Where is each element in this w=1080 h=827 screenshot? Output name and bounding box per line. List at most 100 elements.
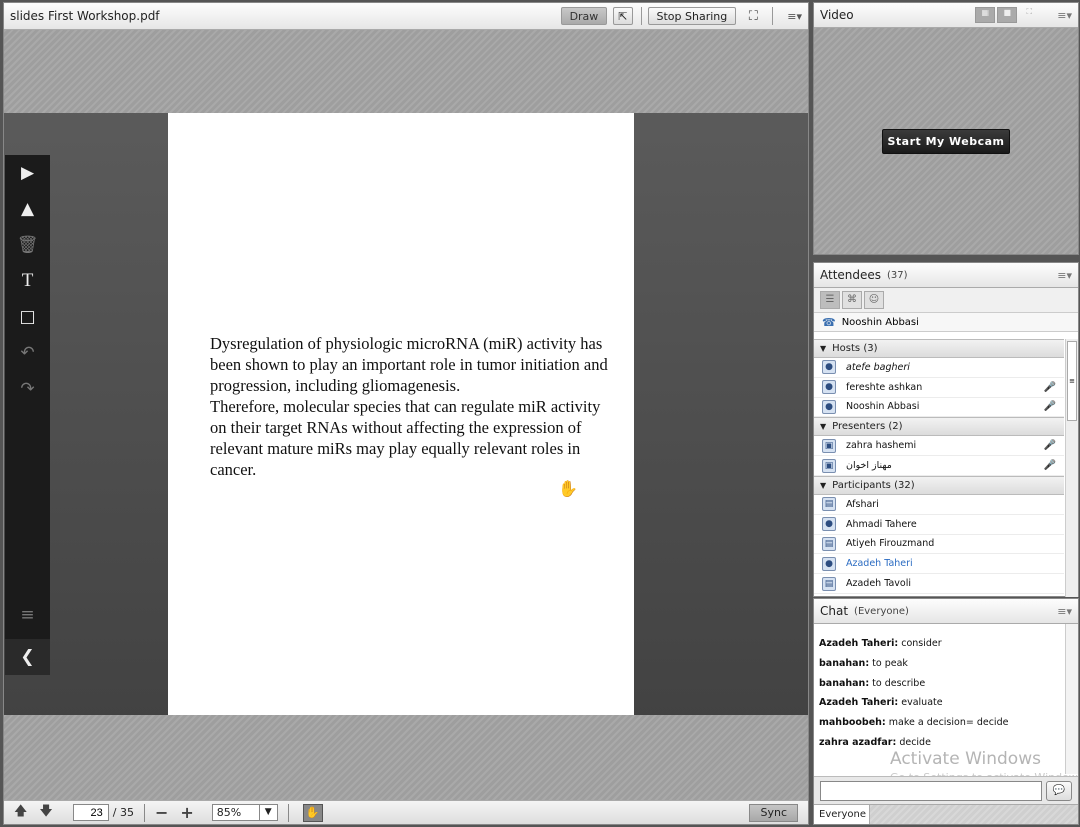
phone-icon: ☎ (822, 315, 836, 329)
single-layout-icon[interactable]: ■ (997, 7, 1018, 23)
attendee-name: مهناز اخوان (846, 460, 892, 472)
scrollbar-thumb[interactable]: ≡ (1067, 341, 1077, 421)
video-layout-buttons: ▦ ■ ⛶ (973, 7, 1039, 23)
zoom-select[interactable]: 85% ▼ (211, 804, 278, 821)
page-down-icon[interactable]: 🡇 (39, 802, 52, 824)
presenters-group-label: Presenters (2) (832, 421, 903, 433)
fullscreen-icon[interactable]: ⛶ (742, 7, 764, 25)
chat-sender: banahan: (819, 657, 870, 669)
status-view-icon[interactable]: ☺ (864, 291, 884, 309)
chat-tab-everyone[interactable]: Everyone (814, 805, 870, 824)
grid-layout-icon[interactable]: ▦ (975, 7, 996, 23)
share-pod: slides First Workshop.pdf Draw ⇱ Stop Sh… (3, 2, 809, 825)
active-speaker-name: Nooshin Abbasi (841, 316, 919, 328)
video-pod-menu-icon[interactable]: ≡▾ (1057, 9, 1072, 22)
chat-scrollbar[interactable] (1065, 624, 1078, 774)
chat-pod: Chat (Everyone) ≡▾ Azadeh Taheri: consid… (813, 598, 1079, 825)
mic-muted-icon: 🎤 (1043, 381, 1056, 393)
send-message-icon[interactable]: 💬 (1046, 781, 1072, 801)
text-tool-icon[interactable]: T (5, 263, 50, 299)
collapse-toolbar-icon[interactable]: ❮ (5, 639, 50, 675)
participant-avatar-icon: ▤ (822, 536, 836, 551)
undo-icon[interactable]: ↶ (5, 335, 50, 371)
attendee-name: zahra hashemi (846, 440, 917, 452)
list-view-icon[interactable]: ☰ (820, 291, 840, 309)
participant-avatar-icon: ▤ (822, 497, 836, 512)
chat-message: banahan: to describe (819, 674, 1059, 694)
attendee-name: Afshari (846, 498, 879, 510)
highlighter-tool-icon[interactable]: ▲ (5, 191, 50, 227)
attendees-pod: Attendees (37) ≡▾ ☰ ⌘ ☺ ☎ Nooshin Abbasi… (813, 262, 1079, 597)
slide-paragraph: Therefore, molecular species that can re… (210, 397, 601, 479)
zoom-out-icon[interactable]: − (155, 803, 168, 822)
select-tool-icon[interactable]: ▶ (5, 155, 50, 191)
attendee-row[interactable]: ● Nooshin Abbasi 🎤 (814, 398, 1064, 418)
participant-avatar-icon: ● (822, 517, 836, 532)
attendee-row[interactable]: ● Azadeh Taheri (814, 554, 1064, 575)
attendee-row[interactable]: ▤ Azadeh Tavoli (814, 574, 1064, 594)
hand-cursor-icon: ✋ (558, 479, 578, 498)
share-content-area: Dysregulation of physiologic microRNA (m… (4, 30, 808, 800)
share-pod-header: slides First Workshop.pdf Draw ⇱ Stop Sh… (4, 3, 808, 30)
collapse-triangle-icon: ▼ (820, 480, 827, 490)
attendee-scrollbar[interactable]: ≡ (1065, 339, 1078, 597)
zoom-in-icon[interactable]: + (180, 803, 193, 822)
chat-sender: Azadeh Taheri: (819, 697, 899, 709)
attendee-row[interactable]: ● Ahmadi Tahere (814, 515, 1064, 535)
presenter-avatar-icon: ▣ (822, 458, 836, 473)
chat-sender: zahra azadfar: (819, 736, 897, 748)
footer-divider (287, 803, 289, 822)
attendees-pod-menu-icon[interactable]: ≡▾ (1057, 269, 1072, 282)
redo-icon[interactable]: ↷ (5, 371, 50, 407)
page-number-input[interactable] (72, 804, 109, 821)
draw-toolbar: ▶ ▲ 🗑 T □ ↶ ↷ ≡ ❮ (5, 155, 50, 675)
connect-meeting-window: slides First Workshop.pdf Draw ⇱ Stop Sh… (0, 0, 1080, 827)
attendee-row[interactable]: ▤ Atiyeh Firouzmand (814, 535, 1064, 555)
attendee-row[interactable]: ▤ Afshari (814, 495, 1064, 515)
presenters-group-header[interactable]: ▼ Presenters (2) (814, 417, 1064, 437)
attendee-list: ▼ Hosts (3) ● atefe bagheri ● fereshte a… (814, 339, 1064, 597)
attendee-name: Nooshin Abbasi (846, 401, 920, 413)
participants-group-header[interactable]: ▼ Participants (32) (814, 475, 1064, 495)
sync-button[interactable]: Sync (749, 804, 798, 822)
host-avatar-icon: ● (822, 380, 836, 395)
share-background-top (4, 30, 808, 113)
header-divider (772, 7, 774, 25)
chat-pod-header: Chat (Everyone) ≡▾ (814, 599, 1078, 624)
attendee-name: Ahmadi Tahere (846, 518, 917, 530)
chat-text: consider (898, 638, 942, 649)
chat-text: make a decision= decide (885, 717, 1009, 729)
chat-message-input[interactable] (820, 781, 1042, 801)
chat-text: to peak (869, 657, 908, 669)
expand-video-icon[interactable]: ⛶ (1019, 7, 1039, 23)
attendee-name: fereshte ashkan (846, 381, 923, 393)
page-up-icon[interactable]: 🡅 (14, 802, 27, 824)
layers-icon[interactable]: ≡ (5, 597, 50, 633)
attendees-pod-header: Attendees (37) ≡▾ (814, 263, 1078, 288)
collapse-triangle-icon: ▼ (820, 344, 827, 353)
header-divider (640, 7, 642, 25)
hosts-group-header[interactable]: ▼ Hosts (3) (814, 339, 1064, 358)
stop-sharing-button[interactable]: Stop Sharing (647, 7, 737, 25)
attendee-row[interactable]: ● fereshte ashkan 🎤 (814, 378, 1064, 398)
share-pod-menu-icon[interactable]: ≡▾ (787, 10, 802, 23)
attendee-name: Atiyeh Firouzmand (846, 538, 935, 550)
shape-tool-icon[interactable]: □ (5, 299, 50, 335)
draw-button[interactable]: Draw (560, 7, 608, 25)
start-webcam-button[interactable]: Start My Webcam (882, 129, 1010, 154)
attendee-row[interactable]: ▣ zahra hashemi 🎤 (814, 436, 1064, 457)
share-pod-footer: 🡅 🡇 / 35 − + 85% ▼ ✋ Sync (4, 800, 808, 824)
participants-group-label: Participants (32) (832, 479, 915, 491)
chat-sender: banahan: (819, 677, 870, 689)
attendee-row[interactable]: ▣ مهناز اخوان 🎤 (814, 456, 1064, 476)
attendee-row[interactable]: ● atefe bagheri (814, 358, 1064, 378)
chat-message: Azadeh Taheri: evaluate (819, 693, 1059, 713)
chat-pod-menu-icon[interactable]: ≡▾ (1057, 605, 1072, 618)
pointer-toggle-button[interactable]: ⇱ (613, 7, 633, 25)
attendee-name: Azadeh Tavoli (846, 578, 911, 590)
active-speaker-row: ☎ Nooshin Abbasi (814, 313, 1078, 332)
delete-tool-icon[interactable]: 🗑 (5, 227, 50, 263)
chat-sender: mahboobeh: (819, 717, 886, 729)
breakout-view-icon[interactable]: ⌘ (842, 291, 862, 309)
pan-hand-icon[interactable]: ✋ (302, 803, 323, 822)
